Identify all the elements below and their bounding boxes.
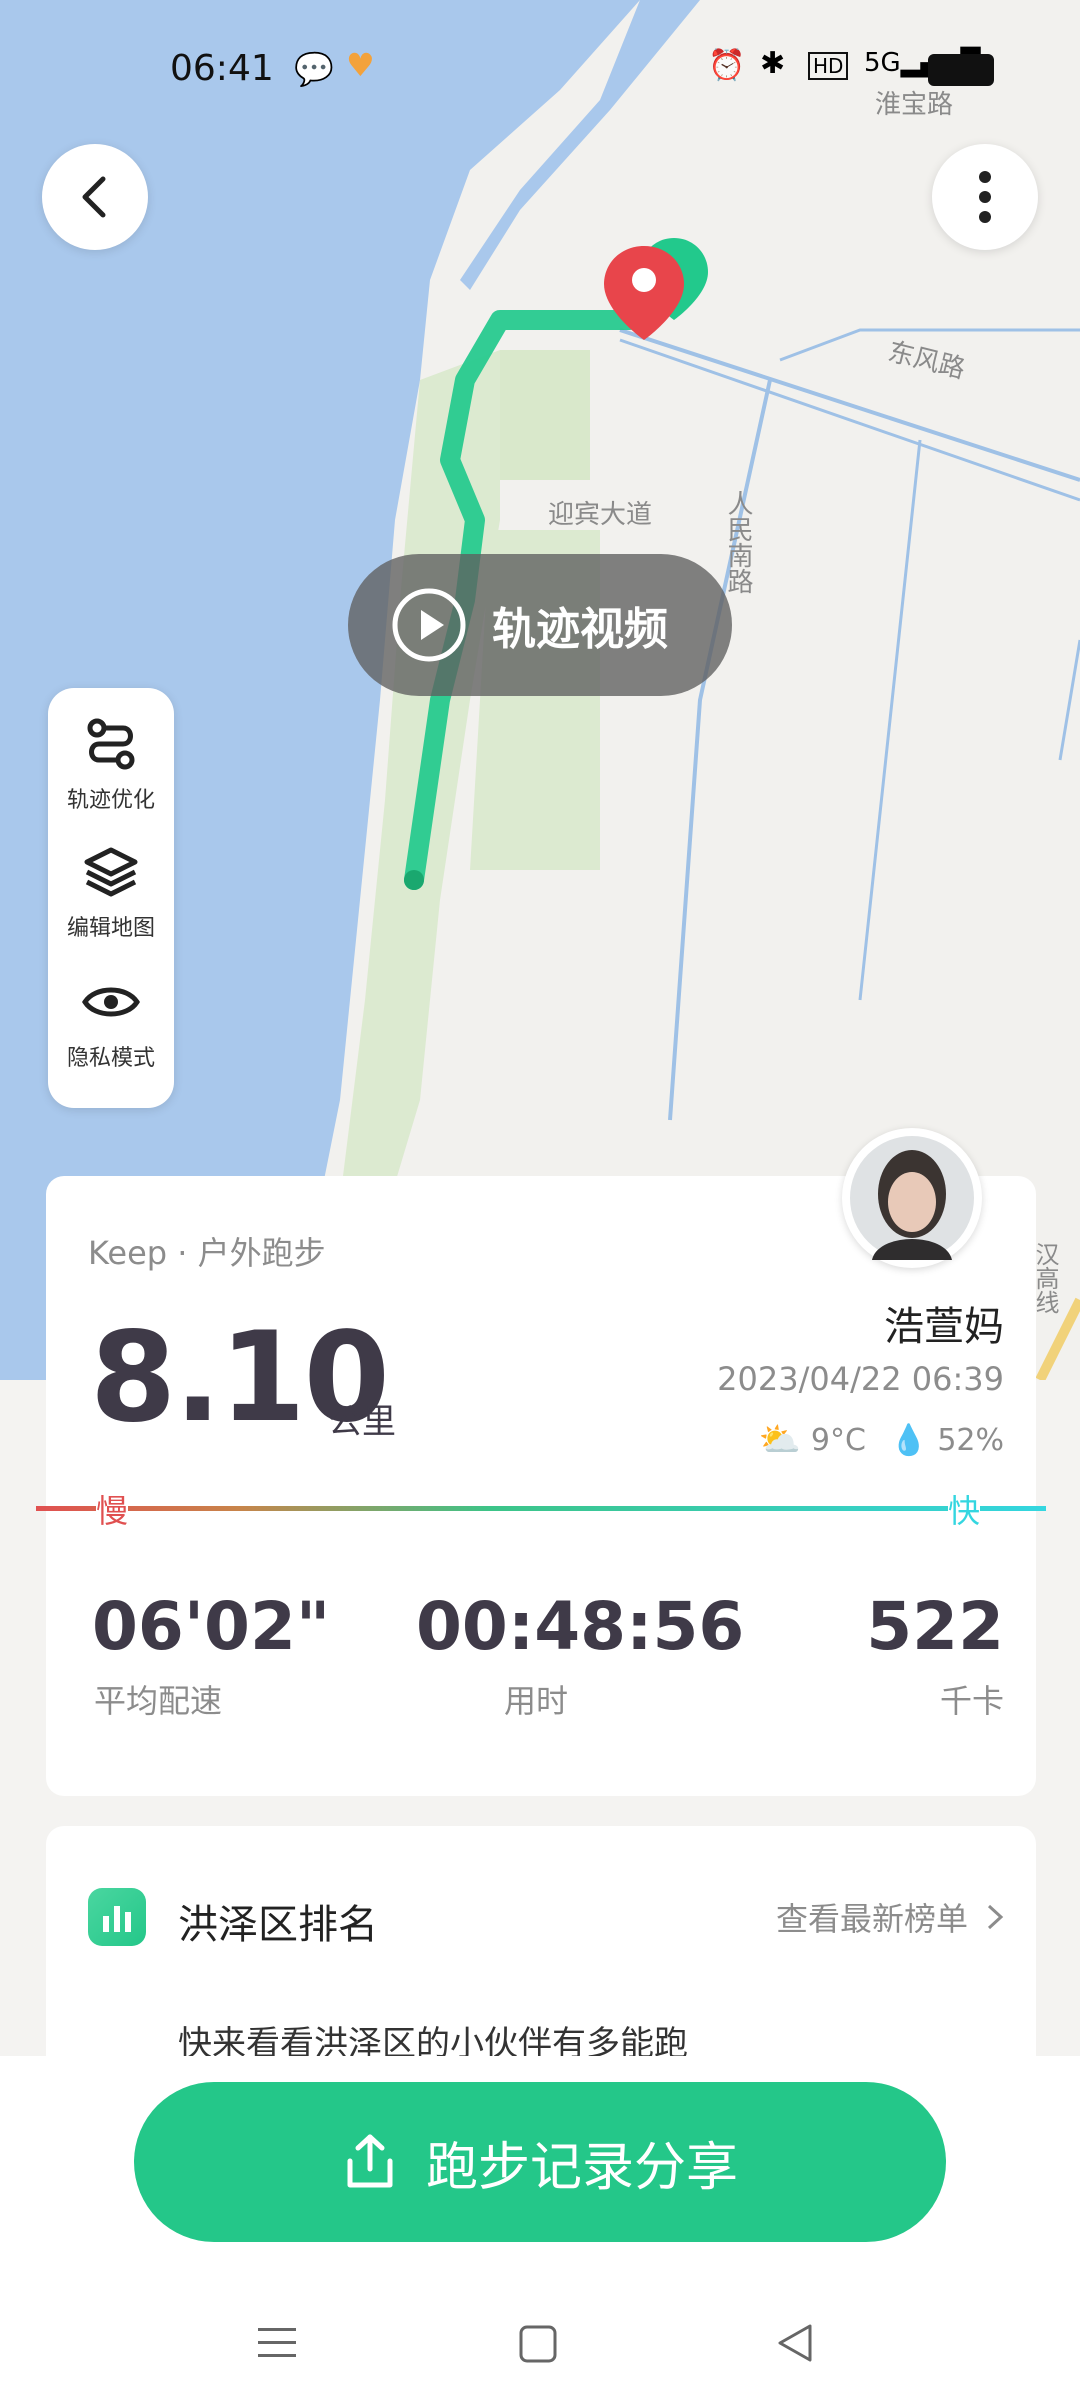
privacy-mode-button[interactable]: 隐私模式 xyxy=(48,974,174,1072)
nav-back-button[interactable] xyxy=(774,2322,814,2368)
avatar[interactable] xyxy=(842,1128,982,1268)
username: 浩萱妈 xyxy=(884,1304,1004,1350)
layers-icon xyxy=(84,847,138,897)
status-time: 06:41 xyxy=(170,48,274,89)
nav-home-button[interactable] xyxy=(518,2324,558,2368)
view-leaderboard-link[interactable]: 查看最新榜单 xyxy=(776,1894,1004,1940)
optimize-route-button[interactable]: 轨迹优化 xyxy=(48,716,174,814)
back-button[interactable] xyxy=(42,144,148,250)
humidity: 52% xyxy=(937,1422,1004,1458)
eye-icon xyxy=(82,987,140,1017)
ranking-icon xyxy=(88,1888,146,1946)
home-square-icon xyxy=(519,2325,557,2363)
share-run-button[interactable]: 跑步记录分享 xyxy=(134,2082,946,2242)
duration-value: 00:48:56 xyxy=(416,1588,745,1665)
track-video-button[interactable]: 轨迹视频 xyxy=(348,554,732,696)
temperature: 9°C xyxy=(810,1422,866,1458)
ranking-card[interactable]: 洪泽区排名 查看最新榜单 快来看看洪泽区的小伙伴有多能跑 xyxy=(46,1826,1036,2086)
cloudy-sun-icon: ⛅ xyxy=(758,1420,801,1460)
app-notification-icon: ♥ xyxy=(346,46,375,84)
more-button[interactable] xyxy=(932,144,1038,250)
distance-unit: 公里 xyxy=(328,1402,396,1442)
calories-label: 千卡 xyxy=(939,1682,1004,1720)
bluetooth-icon: ✱ xyxy=(760,46,786,81)
tool-label: 隐私模式 xyxy=(66,1046,155,1071)
duration-label: 用时 xyxy=(504,1682,569,1720)
more-vertical-icon xyxy=(979,171,991,223)
road-label: 人民南路 xyxy=(723,490,753,594)
humidity-icon: 💧 xyxy=(889,1422,928,1458)
battery-icon xyxy=(928,54,994,86)
ranking-title: 洪泽区排名 xyxy=(178,1902,378,1948)
play-icon xyxy=(392,588,466,662)
calories-value: 522 xyxy=(866,1588,1004,1665)
view-leaderboard-label: 查看最新榜单 xyxy=(775,1900,968,1938)
slow-label: 慢 xyxy=(96,1486,129,1532)
fast-label: 快 xyxy=(948,1486,981,1532)
weather-row: ⛅ 9°C 💧 52% xyxy=(759,1420,1004,1460)
edit-map-button[interactable]: 编辑地图 xyxy=(48,844,174,942)
avg-pace-label: 平均配速 xyxy=(94,1682,223,1720)
pace-gradient-bar xyxy=(36,1506,1046,1511)
chevron-left-icon xyxy=(82,176,106,218)
avatar-image xyxy=(850,1136,974,1260)
road-label: 迎宾大道 xyxy=(548,500,653,530)
map-tools-panel: 轨迹优化 编辑地图 隐私模式 xyxy=(48,688,174,1108)
menu-icon xyxy=(258,2328,296,2357)
share-icon xyxy=(347,2134,393,2188)
tool-label: 编辑地图 xyxy=(66,916,155,941)
route-icon xyxy=(87,718,135,770)
avg-pace-value: 06'02" xyxy=(92,1588,331,1665)
back-triangle-icon xyxy=(778,2324,812,2362)
track-video-label: 轨迹视频 xyxy=(492,604,668,655)
hd-icon: HD xyxy=(808,52,849,80)
run-summary-card: Keep · 户外跑步 8.10 公里 浩萱妈 2023/04/22 06:39… xyxy=(36,1176,1046,1796)
activity-source: Keep · 户外跑步 xyxy=(88,1234,326,1272)
wechat-icon: 💬 xyxy=(294,50,334,88)
run-datetime: 2023/04/22 06:39 xyxy=(717,1360,1004,1398)
nav-menu-button[interactable] xyxy=(256,2324,298,2364)
alarm-icon: ⏰ xyxy=(708,48,746,83)
share-run-label: 跑步记录分享 xyxy=(425,2137,738,2198)
tool-label: 轨迹优化 xyxy=(66,788,155,813)
chevron-right-icon xyxy=(987,1904,1004,1930)
status-bar: 06:41 💬 ♥ ⏰ ✱ HD 5G▂▄▆█ xyxy=(0,40,1080,100)
